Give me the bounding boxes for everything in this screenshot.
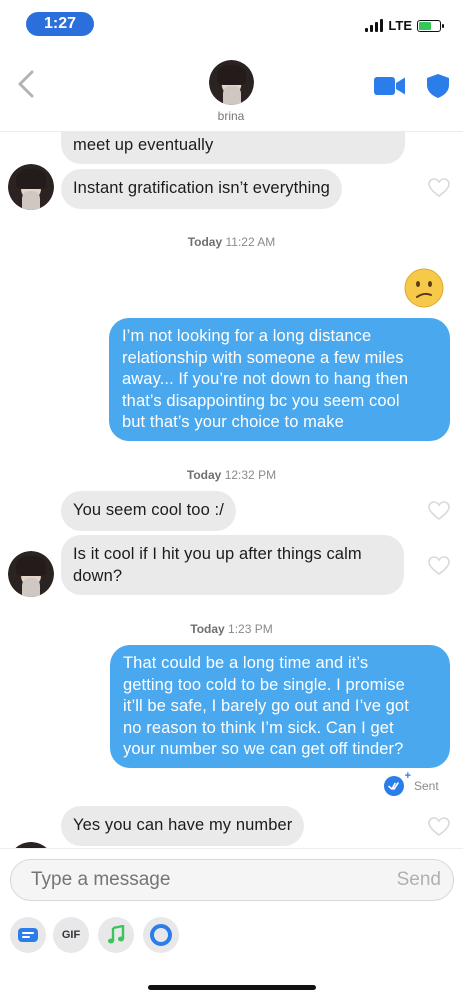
gif-button[interactable]: GIF <box>53 917 89 953</box>
signal-icon <box>365 19 384 32</box>
heart-icon[interactable] <box>428 556 450 576</box>
message-line: getting too cold to be single. I promise <box>123 675 405 694</box>
status-time: 1:27 <box>26 12 94 36</box>
received-message[interactable]: Yes you can have my number <box>61 806 305 846</box>
timestamp: Today 11:22 AM <box>0 235 463 249</box>
contact-name[interactable]: brina <box>181 109 281 123</box>
timestamp-day: Today <box>186 468 222 482</box>
timestamp-time: 12:32 PM <box>224 468 277 482</box>
message-line: I’m not looking for a long distance <box>122 327 372 345</box>
music-note-icon <box>108 925 125 944</box>
timestamp: Today 1:23 PM <box>0 622 463 636</box>
message-line: away... If you’re not down to hang then <box>122 370 409 388</box>
sent-message[interactable]: That could be a long time and it’s getti… <box>110 645 450 768</box>
message-line: it’ll be safe, I barely go out and I’ve … <box>123 697 409 715</box>
message-input[interactable] <box>10 859 454 901</box>
timestamp-day: Today <box>190 622 225 636</box>
sticker-icon <box>18 928 38 942</box>
message-line: down? <box>73 566 123 585</box>
heart-icon[interactable] <box>428 501 450 521</box>
video-camera-icon <box>374 77 405 95</box>
chevron-left-icon <box>18 70 34 98</box>
music-button[interactable] <box>98 917 134 953</box>
message-line: that’s disappointing bc you seem cool <box>122 391 400 410</box>
circle-ring-icon <box>150 924 172 946</box>
sent-status: + Sent <box>384 770 439 796</box>
confused-face-emoji[interactable] <box>404 268 444 308</box>
message-line: Is it cool if I hit you up after things … <box>73 545 362 563</box>
composer: Send GIF <box>0 848 463 1000</box>
safety-shield-button[interactable] <box>427 74 449 98</box>
home-indicator[interactable] <box>148 985 316 990</box>
heart-icon[interactable] <box>428 817 450 837</box>
battery-icon <box>417 19 444 32</box>
message-line: That could be a long time and it’s <box>123 654 369 672</box>
contact-avatar[interactable] <box>209 60 254 105</box>
contact-chat-avatar[interactable] <box>8 164 54 210</box>
timestamp-time: 1:23 PM <box>228 622 273 636</box>
message-text: Instant gratification isn’t everything <box>73 179 330 197</box>
heart-icon[interactable] <box>428 178 450 198</box>
received-message[interactable]: Is it cool if I hit you up after things … <box>61 535 404 595</box>
back-button[interactable] <box>14 68 38 100</box>
chat-header: brina <box>0 50 463 132</box>
network-type: LTE <box>388 18 412 33</box>
status-indicators: LTE <box>365 18 444 33</box>
gif-icon: GIF <box>61 929 81 941</box>
message-text: Yes you can have my number <box>73 816 293 834</box>
message-line: relationship with someone a few miles <box>122 348 404 367</box>
received-message[interactable]: You seem cool too :/ <box>61 491 236 531</box>
contact-chat-avatar[interactable] <box>8 551 54 597</box>
message-line: no reason to think I’m sick. Can I get <box>123 718 394 737</box>
circle-button[interactable] <box>143 917 179 953</box>
message-text: You seem cool too :/ <box>73 501 224 519</box>
timestamp-time: 11:22 AM <box>225 235 276 249</box>
read-receipt-icon: + <box>384 770 411 796</box>
video-call-button[interactable] <box>374 76 406 96</box>
sent-label: Sent <box>414 779 439 793</box>
sent-message[interactable]: I’m not looking for a long distance rela… <box>109 318 450 441</box>
received-message[interactable]: Instant gratification isn’t everything <box>61 169 342 209</box>
shield-icon <box>427 74 449 98</box>
timestamp-day: Today <box>187 235 223 249</box>
sticker-button[interactable] <box>10 917 46 953</box>
message-line: but that’s your choice to make <box>122 413 344 431</box>
message-text: meet up eventually <box>73 136 214 154</box>
message-line: your number so we can get off tinder? <box>123 740 404 758</box>
timestamp: Today 12:32 PM <box>0 468 463 482</box>
send-button[interactable]: Send <box>397 869 441 891</box>
